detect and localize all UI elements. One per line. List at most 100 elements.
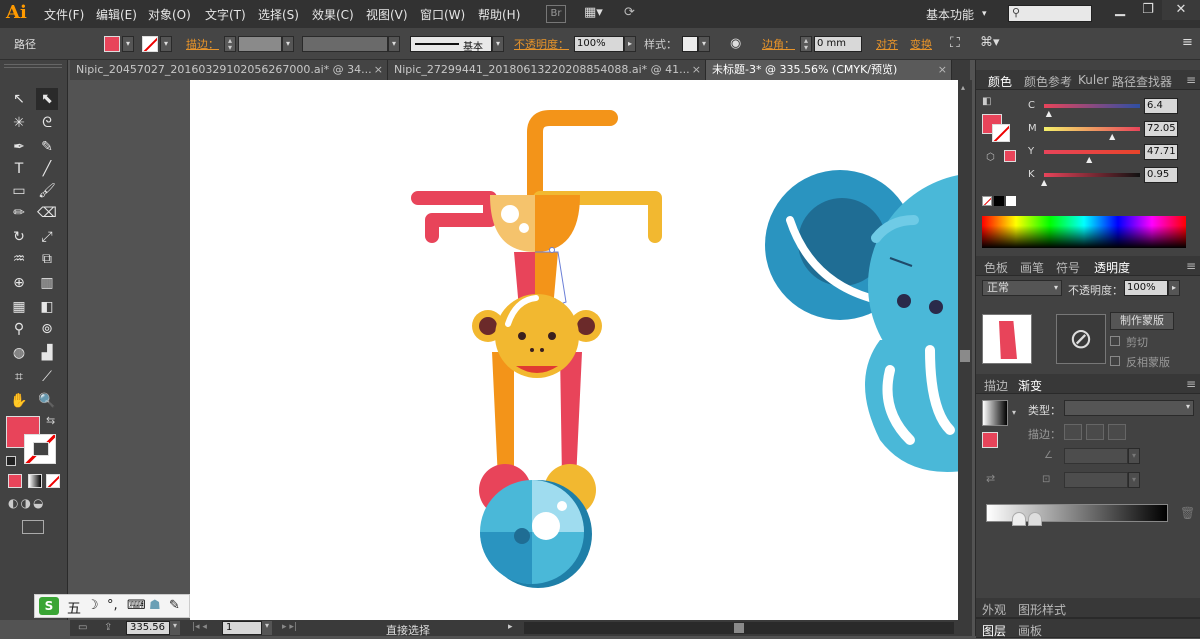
menu-help[interactable]: 帮助(H): [478, 6, 520, 23]
invert-mask-checkbox[interactable]: [1110, 356, 1120, 366]
blend-mode-select[interactable]: 正常 ▾: [982, 280, 1062, 296]
gradient-mode-icon[interactable]: [28, 474, 42, 488]
doc-tab-2[interactable]: Nipic_27299441_20180613220208854088.ai* …: [388, 60, 706, 80]
transform-link[interactable]: 变换: [910, 36, 932, 52]
channel-c-thumb[interactable]: ▲: [1046, 109, 1052, 118]
doc-tab-active[interactable]: 未标题-3* @ 335.56% (CMYK/预览) ×: [706, 60, 952, 80]
opacity-dropdown[interactable]: ▸: [624, 36, 636, 52]
web-safe-swatch[interactable]: [1004, 150, 1016, 162]
scroll-thumb[interactable]: [960, 350, 970, 362]
scroll-up-icon[interactable]: ▴: [961, 83, 965, 92]
tab-artboards[interactable]: 画板: [1018, 622, 1042, 639]
stroke-swatch[interactable]: [142, 36, 158, 52]
tab-transparency[interactable]: 透明度: [1094, 259, 1130, 276]
symbol-sprayer-tool-icon[interactable]: ◍: [8, 342, 30, 364]
mesh-tool-icon[interactable]: ▦: [8, 296, 30, 318]
select-similar-icon[interactable]: ⌘▾: [980, 35, 1000, 50]
ime-mode[interactable]: 五: [67, 598, 81, 618]
channel-m-thumb[interactable]: ▲: [1109, 132, 1115, 141]
style-dropdown[interactable]: ▾: [698, 36, 710, 52]
minimize-button[interactable]: ▁: [1106, 0, 1134, 20]
close-button[interactable]: ✕: [1162, 0, 1200, 20]
zoom-dropdown[interactable]: ▾: [170, 621, 180, 635]
punctuation-icon[interactable]: °,: [107, 598, 118, 613]
illustration[interactable]: [190, 80, 958, 620]
vertical-scrollbar[interactable]: ▴: [958, 80, 972, 620]
tab-appearance[interactable]: 外观: [982, 601, 1006, 618]
monkey-left-arm[interactable]: [411, 191, 497, 243]
gradient-preview[interactable]: [982, 400, 1008, 426]
stroke-across-icon[interactable]: [1108, 424, 1126, 440]
monkey-body-right[interactable]: [535, 195, 580, 252]
tab-gradient[interactable]: 渐变: [1018, 377, 1042, 394]
transparency-opacity-dropdown[interactable]: ▸: [1168, 280, 1180, 296]
graphic-style-swatch[interactable]: [682, 36, 698, 52]
zoom-tool-icon[interactable]: 🔍: [36, 390, 58, 412]
artboard-dropdown[interactable]: ▾: [262, 621, 272, 635]
gradient-preview-dropdown[interactable]: ▾: [1012, 408, 1016, 417]
menu-window[interactable]: 窗口(W): [420, 6, 465, 23]
variable-width-dropdown[interactable]: ▾: [388, 36, 400, 52]
tab-pathfinder[interactable]: 路径查找器: [1112, 73, 1172, 90]
curvature-tool-icon[interactable]: ✎: [36, 136, 58, 158]
stroke-dropdown[interactable]: ▾: [160, 36, 172, 52]
channel-m-slider[interactable]: [1044, 127, 1140, 131]
stroke-color-box[interactable]: [24, 434, 56, 464]
elephant-trunk[interactable]: [865, 340, 958, 472]
draw-modes-icon[interactable]: ◐◑◒: [8, 496, 45, 510]
menu-effect[interactable]: 效果(C): [312, 6, 354, 23]
variable-width-profile[interactable]: [302, 36, 388, 52]
hand-tool-icon[interactable]: ✋: [8, 390, 30, 412]
shape-builder-tool-icon[interactable]: ⊕: [8, 272, 30, 294]
fill-swatch[interactable]: [104, 36, 120, 52]
zoom-input[interactable]: 335.56: [126, 621, 170, 635]
channel-k-input[interactable]: 0.95: [1144, 167, 1178, 183]
eraser-tool-icon[interactable]: ⌫: [36, 202, 58, 224]
first-page-icon[interactable]: |◂ ◂: [192, 622, 207, 632]
rectangle-tool-icon[interactable]: ▭: [8, 180, 30, 202]
black-swatch[interactable]: [994, 196, 1004, 206]
make-mask-button[interactable]: 制作蒙版: [1110, 312, 1174, 330]
menu-type[interactable]: 文字(T): [205, 6, 246, 23]
doc-tab-1[interactable]: Nipic_20457027_20160329102056267000.ai* …: [70, 60, 388, 80]
mask-thumbnail[interactable]: ⊘: [1056, 314, 1106, 364]
channel-c-input[interactable]: 6.4: [1144, 98, 1178, 114]
menu-view[interactable]: 视图(V): [366, 6, 408, 23]
stroke-within-icon[interactable]: [1064, 424, 1082, 440]
anchor-point[interactable]: [549, 247, 555, 253]
restore-button[interactable]: ❐: [1134, 0, 1162, 20]
color-mode-icon[interactable]: [8, 474, 22, 488]
line-tool-icon[interactable]: ╱: [36, 158, 58, 180]
channel-m-input[interactable]: 72.05: [1144, 121, 1178, 137]
gradient-angle-input[interactable]: [1064, 448, 1128, 464]
scroll-thumb[interactable]: [734, 623, 744, 633]
direct-selection-tool-icon[interactable]: ⬉: [36, 88, 58, 110]
menu-file[interactable]: 文件(F): [44, 6, 84, 23]
stroke-along-icon[interactable]: [1086, 424, 1104, 440]
status-menu-icon[interactable]: ▸: [508, 622, 513, 632]
white-swatch[interactable]: [1006, 196, 1016, 206]
tab-swatches[interactable]: 色板: [984, 259, 1008, 276]
blend-tool-icon[interactable]: ⊚: [36, 318, 58, 340]
channel-k-slider[interactable]: [1044, 173, 1140, 177]
aspect-ratio-dropdown[interactable]: ▾: [1128, 472, 1140, 488]
panel-menu-icon[interactable]: ≡: [1186, 259, 1196, 273]
aspect-ratio-input[interactable]: [1064, 472, 1128, 488]
panel-menu-icon[interactable]: ≡: [1186, 73, 1196, 87]
corner-stepper[interactable]: ▴ ▾: [800, 36, 812, 52]
corner-radius-input[interactable]: 0 mm: [814, 36, 862, 52]
monkey-head[interactable]: [495, 294, 579, 378]
tab-graphic-styles[interactable]: 图形样式: [1018, 601, 1066, 618]
skin-icon[interactable]: ☗: [149, 598, 161, 613]
none-mode-icon[interactable]: [46, 474, 60, 488]
channel-c-slider[interactable]: [1044, 104, 1140, 108]
artboard-number-input[interactable]: 1: [222, 621, 262, 635]
recolor-artwork-icon[interactable]: ◉: [730, 36, 741, 51]
column-graph-tool-icon[interactable]: ▟: [36, 342, 58, 364]
stroke-weight-dropdown[interactable]: ▾: [282, 36, 294, 52]
swap-colors-icon[interactable]: ⇆: [46, 414, 55, 427]
channel-y-slider[interactable]: [1044, 150, 1140, 154]
channel-y-thumb[interactable]: ▲: [1086, 155, 1092, 164]
half-width-icon[interactable]: ☽: [87, 598, 99, 613]
color-stroke-box[interactable]: [992, 124, 1010, 142]
